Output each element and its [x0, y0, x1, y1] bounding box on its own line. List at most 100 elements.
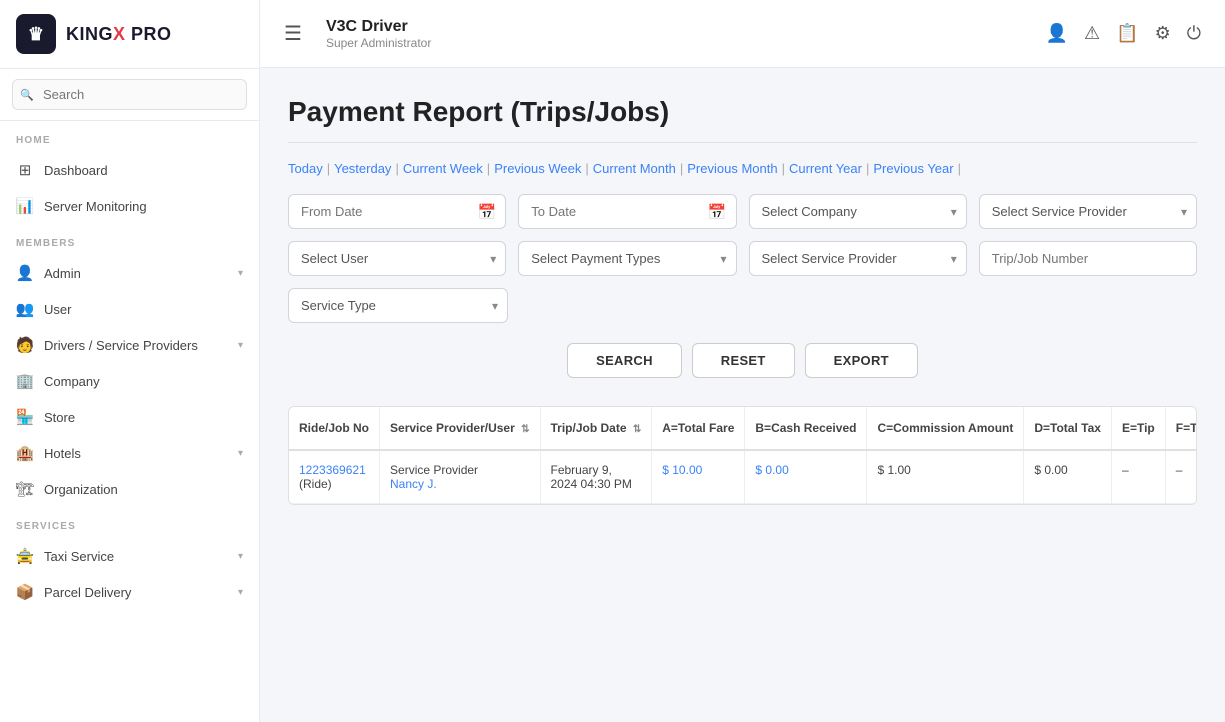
sidebar-item-server-monitoring[interactable]: 📊 Server Monitoring [0, 188, 259, 224]
cell-service-provider-user: Service Provider Nancy J. [380, 450, 540, 504]
cell-outstanding: – [1165, 450, 1197, 504]
to-date-field: 📅 [518, 194, 736, 229]
payment-types-select-wrap: Select Payment Types [518, 241, 736, 276]
col-outstanding-amount: F=Trip/Job Outstanding Amount [1165, 407, 1197, 450]
topbar-icons: 👤 ⚠ 📋 ⚙ ⏻ [1046, 23, 1201, 44]
col-ride-job-no: Ride/Job No [289, 407, 380, 450]
user-name-link[interactable]: Nancy J. [390, 477, 437, 491]
company-icon: 🏢 [16, 372, 34, 390]
organization-icon: 🏗 [16, 480, 34, 498]
user-select-wrap: Select User [288, 241, 506, 276]
dashboard-icon: ⊞ [16, 161, 34, 179]
filter-current-week[interactable]: Current Week [403, 161, 483, 176]
trip-job-number-input[interactable] [979, 241, 1197, 276]
col-trip-job-date: Trip/Job Date ⇅ [540, 407, 652, 450]
taxi-icon: 🚖 [16, 547, 34, 565]
sidebar: ♛ KINGX PRO HOME ⊞ Dashboard 📊 Server Mo… [0, 0, 260, 722]
alert-icon[interactable]: ⚠ [1084, 23, 1100, 44]
sidebar-search-wrap [0, 69, 259, 121]
company-select[interactable]: Select Company [749, 194, 967, 229]
filter-current-year[interactable]: Current Year [789, 161, 862, 176]
main-content: ☰ V3C Driver Super Administrator 👤 ⚠ 📋 ⚙… [260, 0, 1225, 722]
col-total-fare: A=Total Fare [652, 407, 745, 450]
sidebar-item-organization[interactable]: 🏗 Organization [0, 471, 259, 507]
sidebar-item-label: Store [44, 410, 75, 425]
payment-types-select[interactable]: Select Payment Types [518, 241, 736, 276]
sidebar-item-label: Company [44, 374, 100, 389]
col-cash-received: B=Cash Received [745, 407, 867, 450]
company-select-wrap: Select Company [749, 194, 967, 229]
drivers-icon: 🧑 [16, 336, 34, 354]
cell-tip: – [1111, 450, 1165, 504]
service-type-select-wrap: Service Type [288, 288, 508, 323]
user-profile-icon[interactable]: 👤 [1046, 23, 1068, 44]
date-filter-links: Today | Yesterday | Current Week | Previ… [288, 161, 1197, 176]
logo-text: KINGX PRO [66, 24, 172, 45]
sidebar-item-drivers-service-providers[interactable]: 🧑 Drivers / Service Providers ▾ [0, 327, 259, 363]
page-content: Payment Report (Trips/Jobs) Today | Yest… [260, 68, 1225, 722]
chevron-down-icon: ▾ [238, 551, 243, 562]
server-monitoring-icon: 📊 [16, 197, 34, 215]
settings-icon[interactable]: ⚙ [1155, 23, 1171, 44]
power-icon[interactable]: ⏻ [1187, 23, 1201, 44]
cash-received-link[interactable]: $ 0.00 [755, 463, 788, 477]
total-fare-link[interactable]: $ 10.00 [662, 463, 702, 477]
topbar-app-title: V3C Driver [326, 18, 1030, 36]
cell-total-tax: $ 0.00 [1024, 450, 1112, 504]
service-provider2-select[interactable]: Select Service Provider [749, 241, 967, 276]
filter-row-3: Service Type [288, 288, 1197, 323]
export-button[interactable]: EXPORT [805, 343, 918, 378]
reset-button[interactable]: RESET [692, 343, 795, 378]
sidebar-item-company[interactable]: 🏢 Company [0, 363, 259, 399]
sidebar-item-admin[interactable]: 👤 Admin ▾ [0, 255, 259, 291]
cell-total-fare: $ 10.00 [652, 450, 745, 504]
page-title: Payment Report (Trips/Jobs) [288, 96, 1197, 128]
sidebar-item-label: Organization [44, 482, 118, 497]
cell-cash-received: $ 0.00 [745, 450, 867, 504]
sidebar-item-hotels[interactable]: 🏨 Hotels ▾ [0, 435, 259, 471]
col-total-tax: D=Total Tax [1024, 407, 1112, 450]
service-provider-select-wrap: Select Service Provider [979, 194, 1197, 229]
sidebar-item-parcel-delivery[interactable]: 📦 Parcel Delivery ▾ [0, 574, 259, 610]
service-provider2-select-wrap: Select Service Provider [749, 241, 967, 276]
user-select[interactable]: Select User [288, 241, 506, 276]
ride-no-link[interactable]: 1223369621 [299, 463, 366, 477]
sidebar-section-home: HOME ⊞ Dashboard 📊 Server Monitoring [0, 121, 259, 224]
hotels-icon: 🏨 [16, 444, 34, 462]
sidebar-item-taxi-service[interactable]: 🚖 Taxi Service ▾ [0, 538, 259, 574]
trip-job-number-wrap [979, 241, 1197, 276]
filter-yesterday[interactable]: Yesterday [334, 161, 391, 176]
service-type-select[interactable]: Service Type [288, 288, 508, 323]
from-date-input[interactable] [288, 194, 506, 229]
sidebar-item-store[interactable]: 🏪 Store [0, 399, 259, 435]
search-button[interactable]: SEARCH [567, 343, 682, 378]
section-label-home: HOME [0, 121, 259, 152]
sidebar-section-members: MEMBERS 👤 Admin ▾ 👥 User 🧑 Drivers / Ser… [0, 224, 259, 507]
filter-previous-month[interactable]: Previous Month [687, 161, 777, 176]
filter-previous-year[interactable]: Previous Year [873, 161, 953, 176]
search-input[interactable] [12, 79, 247, 110]
action-buttons: SEARCH RESET EXPORT [288, 343, 1197, 378]
filter-current-month[interactable]: Current Month [593, 161, 676, 176]
ride-type: (Ride) [299, 477, 332, 491]
document-icon[interactable]: 📋 [1116, 23, 1138, 44]
from-date-field: 📅 [288, 194, 506, 229]
parcel-icon: 📦 [16, 583, 34, 601]
to-date-input[interactable] [518, 194, 736, 229]
service-provider-select[interactable]: Select Service Provider [979, 194, 1197, 229]
sidebar-section-services: SERVICES 🚖 Taxi Service ▾ 📦 Parcel Deliv… [0, 507, 259, 610]
filter-today[interactable]: Today [288, 161, 323, 176]
chevron-down-icon: ▾ [238, 448, 243, 459]
topbar-subtitle: Super Administrator [326, 36, 1030, 50]
col-commission-amount: C=Commission Amount [867, 407, 1024, 450]
sidebar-item-user[interactable]: 👥 User [0, 291, 259, 327]
payment-report-table: Ride/Job No Service Provider/User ⇅ Trip… [288, 406, 1197, 505]
cell-ride-no: 1223369621 (Ride) [289, 450, 380, 504]
sidebar-logo: ♛ KINGX PRO [0, 0, 259, 69]
section-label-services: SERVICES [0, 507, 259, 538]
topbar: ☰ V3C Driver Super Administrator 👤 ⚠ 📋 ⚙… [260, 0, 1225, 68]
filter-previous-week[interactable]: Previous Week [494, 161, 581, 176]
sidebar-item-dashboard[interactable]: ⊞ Dashboard [0, 152, 259, 188]
col-service-provider-user: Service Provider/User ⇅ [380, 407, 540, 450]
menu-icon[interactable]: ☰ [284, 21, 302, 46]
